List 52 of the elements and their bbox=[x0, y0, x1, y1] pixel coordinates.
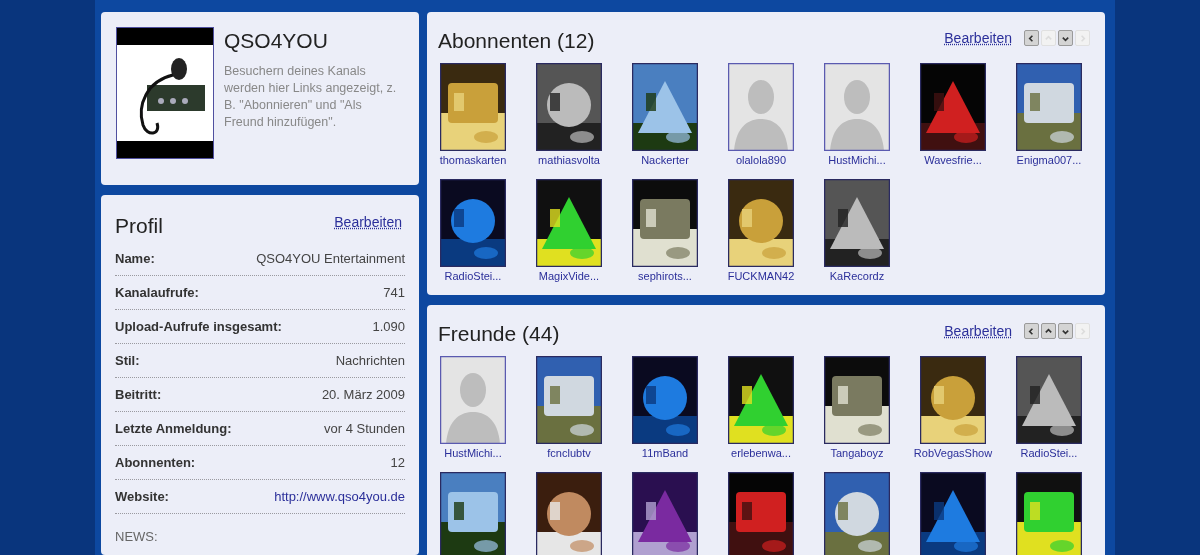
user-link[interactable]: RadioStei... bbox=[1020, 446, 1078, 460]
profile-label: Name: bbox=[115, 249, 155, 268]
channel-description: Besuchern deines Kanals werden hier Links angezeigt, z. B. "Abonnieren" und "Als Freund hinzufügen". bbox=[224, 63, 398, 131]
profile-value: QSO4YOU Entertainment bbox=[256, 249, 405, 268]
user-link[interactable]: HustMichi... bbox=[828, 153, 886, 167]
profile-label: Abonnenten: bbox=[115, 453, 196, 472]
panel-title: Abonnenten (12) bbox=[438, 30, 595, 51]
user-link[interactable]: MagixVide... bbox=[538, 269, 600, 283]
avatar-silhouette-icon bbox=[728, 63, 794, 151]
user-link[interactable]: RobVegasShow bbox=[913, 446, 993, 460]
user-link[interactable]: 11mBand bbox=[641, 446, 689, 460]
user-link[interactable]: fcnclubtv bbox=[547, 446, 591, 460]
user-link[interactable]: FUCKMAN42 bbox=[727, 269, 795, 283]
edit-link[interactable]: Bearbeiten bbox=[944, 324, 1012, 338]
user-link[interactable]: Enigma007... bbox=[1016, 153, 1082, 167]
user-link[interactable]: Wavesfrie... bbox=[924, 153, 982, 167]
profile-title: Profil bbox=[115, 215, 163, 236]
profile-label: Website: bbox=[115, 487, 169, 506]
nav-button[interactable] bbox=[1058, 30, 1073, 46]
avatar-silhouette-icon bbox=[824, 63, 890, 151]
user-link[interactable]: RadioStei... bbox=[444, 269, 502, 283]
edit-link[interactable]: Bearbeiten bbox=[944, 31, 1012, 45]
nav-button[interactable] bbox=[1041, 323, 1056, 339]
avatar-silhouette-icon bbox=[440, 356, 506, 444]
user-link[interactable]: HustMichi... bbox=[444, 446, 502, 460]
profile-label: Upload-Aufrufe insgesamt: bbox=[115, 317, 282, 336]
profile-value: 741 bbox=[383, 283, 405, 302]
profile-value: 1.090 bbox=[372, 317, 405, 336]
profile-value: vor 4 Stunden bbox=[324, 419, 405, 438]
profile-value: Nachrichten bbox=[335, 351, 405, 370]
profile-value: 20. März 2009 bbox=[321, 385, 405, 404]
news-label: NEWS: bbox=[115, 529, 158, 544]
profile-label: Beitritt: bbox=[115, 385, 162, 404]
edit-link[interactable]: Bearbeiten bbox=[334, 215, 405, 229]
user-link[interactable]: mathiasvolta bbox=[538, 153, 600, 167]
user-link[interactable]: erlebenwa... bbox=[731, 446, 791, 460]
panel-title: Freunde (44) bbox=[438, 323, 560, 344]
channel-title: QSO4YOU bbox=[224, 30, 329, 51]
user-link[interactable]: thomaskarten bbox=[439, 153, 507, 167]
user-link[interactable]: sephirots... bbox=[638, 269, 692, 283]
nav-button[interactable] bbox=[1058, 323, 1073, 339]
nav-button[interactable] bbox=[1024, 30, 1039, 46]
user-link[interactable]: Tangaboyz bbox=[830, 446, 884, 460]
user-link[interactable]: Nackerter bbox=[641, 153, 689, 167]
profile-label: Kanalaufrufe: bbox=[115, 283, 199, 302]
nav-button[interactable] bbox=[1024, 323, 1039, 339]
profile-label: Stil: bbox=[115, 351, 140, 370]
website-link[interactable]: http://www.qso4you.de bbox=[274, 486, 405, 507]
profile-label: Letzte Anmeldung: bbox=[115, 419, 232, 438]
user-link[interactable]: olalola890 bbox=[735, 153, 787, 167]
user-link[interactable]: KaRecordz bbox=[829, 269, 885, 283]
profile-value: 12 bbox=[390, 453, 405, 472]
